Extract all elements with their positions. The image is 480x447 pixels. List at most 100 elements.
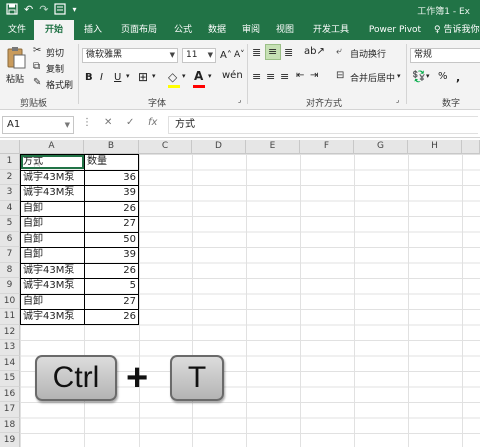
chevron-down-icon: ▼ (207, 51, 213, 59)
row-header[interactable]: 2 (0, 169, 20, 185)
chevron-down-icon[interactable]: ▾ (208, 72, 212, 80)
dialog-launcher-icon[interactable]: ⌟ (396, 96, 399, 104)
number-format-select[interactable]: 常规 (410, 48, 480, 63)
fill-color-icon[interactable]: ◇ (168, 70, 177, 84)
borders-icon[interactable]: ⊞ (138, 70, 148, 84)
tab-power-pivot[interactable]: Power Pivot (362, 20, 428, 40)
row-header[interactable]: 17 (0, 402, 20, 418)
row-header[interactable]: 19 (0, 433, 20, 447)
column-header-f[interactable]: F (300, 140, 354, 154)
align-right-icon[interactable]: ≡ (280, 70, 289, 83)
merge-center-button[interactable]: 合并后居中 (350, 71, 395, 84)
row-header[interactable]: 11 (0, 309, 20, 325)
column-header-d[interactable]: D (192, 140, 246, 154)
bold-button[interactable]: B (85, 72, 93, 83)
row-header[interactable]: 8 (0, 262, 20, 278)
font-name-select[interactable]: 微软雅黑 ▼ (82, 48, 178, 63)
column-header-c[interactable]: C (139, 140, 192, 154)
tab-insert[interactable]: 插入 (76, 20, 110, 40)
redo-icon[interactable]: ↷ (39, 3, 48, 19)
tab-page-layout[interactable]: 页面布局 (112, 20, 166, 40)
chevron-down-icon[interactable]: ▾ (426, 72, 430, 80)
font-size-select[interactable]: 11 ▼ (182, 48, 216, 63)
tab-data[interactable]: 数据 (200, 20, 234, 40)
row-header[interactable]: 7 (0, 247, 20, 263)
tab-formulas[interactable]: 公式 (166, 20, 200, 40)
row-header[interactable]: 10 (0, 293, 20, 309)
accounting-format-icon[interactable]: 💱 (412, 70, 426, 83)
bottom-align-icon[interactable]: ≣ (284, 46, 293, 59)
align-left-icon[interactable]: ≡ (252, 70, 261, 83)
format-painter-button[interactable]: 格式刷 (46, 78, 73, 91)
grid-column-line (246, 154, 247, 447)
table-row-border (20, 247, 139, 248)
middle-align-button[interactable]: ≡ (265, 44, 281, 60)
undo-icon[interactable]: ↶ (24, 3, 33, 19)
tab-home[interactable]: 开始 (34, 20, 74, 40)
row-header[interactable]: 12 (0, 324, 20, 340)
row-header[interactable]: 9 (0, 278, 20, 294)
chevron-down-icon[interactable]: ▾ (397, 72, 401, 80)
chevron-down-icon[interactable]: ▾ (182, 72, 186, 80)
save-icon[interactable] (6, 3, 18, 19)
dialog-launcher-icon[interactable]: ⌟ (238, 96, 241, 104)
top-align-icon[interactable]: ≣ (252, 46, 261, 59)
formula-input[interactable]: 方式 (168, 116, 478, 134)
group-divider (247, 44, 248, 104)
customize-icon[interactable]: ▾ (72, 3, 76, 19)
phonetic-icon[interactable]: wén (222, 70, 243, 81)
column-header-a[interactable]: A (20, 140, 84, 154)
font-color-icon[interactable]: A (194, 69, 203, 83)
paste-button[interactable]: 粘贴 (4, 44, 28, 90)
tab-view[interactable]: 视图 (268, 20, 302, 40)
insert-function-icon[interactable]: fx (148, 117, 157, 128)
column-header-g[interactable]: G (354, 140, 408, 154)
row-header[interactable]: 6 (0, 231, 20, 247)
font-color-swatch (193, 85, 205, 88)
row-header[interactable]: 1 (0, 154, 20, 170)
tab-review[interactable]: 审阅 (234, 20, 268, 40)
tell-me-box[interactable]: ♀ 告诉我你想 (434, 20, 480, 40)
table-row-border (20, 216, 139, 217)
more-options-icon[interactable]: ⋮ (82, 117, 92, 128)
row-header[interactable]: 13 (0, 340, 20, 356)
column-header-b[interactable]: B (84, 140, 139, 154)
copy-button[interactable]: 复制 (46, 62, 64, 75)
tab-file[interactable]: 文件 (0, 20, 34, 40)
row-header[interactable]: 16 (0, 386, 20, 402)
grow-font-icon[interactable]: A˄ (220, 50, 232, 61)
italic-button[interactable]: I (100, 72, 103, 83)
name-box[interactable]: A1 ▼ (2, 116, 74, 134)
percent-button[interactable]: % (438, 71, 448, 82)
row-header[interactable]: 4 (0, 200, 20, 216)
align-center-icon[interactable]: ≡ (266, 70, 275, 83)
shrink-font-icon[interactable]: A˅ (234, 50, 245, 60)
comma-button[interactable]: , (456, 71, 460, 84)
orientation-icon[interactable]: ab↗ (304, 46, 325, 57)
underline-button[interactable]: U (114, 72, 121, 83)
form-icon[interactable] (54, 3, 67, 19)
worksheet-grid[interactable]: A B C D E F G H 1 2 3 4 5 6 7 8 9 10 11 12 13 14 15 16 1… (0, 140, 480, 447)
row-header[interactable]: 18 (0, 417, 20, 433)
cancel-icon[interactable]: ✕ (104, 117, 112, 128)
row-header[interactable]: 3 (0, 185, 20, 201)
row-header[interactable]: 5 (0, 216, 20, 232)
row-header[interactable]: 14 (0, 355, 20, 371)
key-t: T (170, 355, 224, 401)
chevron-down-icon[interactable]: ▾ (152, 72, 156, 80)
row-header[interactable]: 15 (0, 371, 20, 387)
column-header-h[interactable]: H (408, 140, 462, 154)
column-header-partial[interactable] (462, 140, 480, 154)
key-ctrl: Ctrl (35, 355, 117, 401)
increase-indent-icon[interactable]: ⇥ (310, 70, 318, 81)
enter-icon[interactable]: ✓ (126, 117, 134, 128)
select-all-corner[interactable] (0, 140, 20, 154)
column-header-e[interactable]: E (246, 140, 300, 154)
chevron-down-icon[interactable]: ▾ (126, 72, 130, 80)
cut-button[interactable]: 剪切 (46, 46, 64, 59)
decrease-indent-icon[interactable]: ⇤ (296, 70, 304, 81)
grid-column-line (192, 154, 193, 447)
wrap-text-button[interactable]: 自动换行 (350, 47, 386, 60)
alignment-group-label: 对齐方式 (306, 99, 343, 109)
tab-developer[interactable]: 开发工具 (304, 20, 358, 40)
